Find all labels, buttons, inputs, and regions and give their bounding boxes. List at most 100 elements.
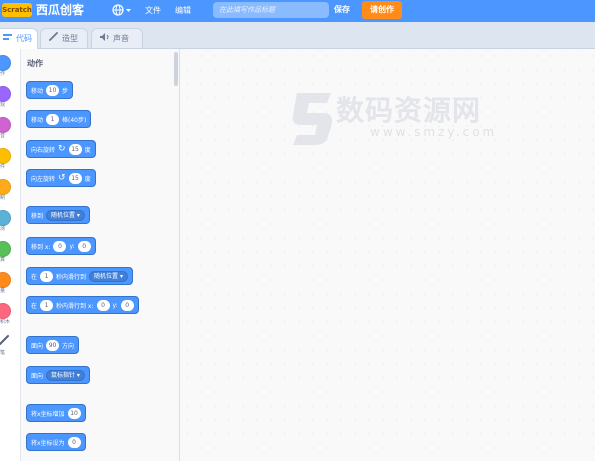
block-text: 移到 bbox=[31, 212, 44, 220]
tab-costumes[interactable]: 造型 bbox=[40, 28, 88, 48]
motion-block[interactable]: 向右旋转 ↻ 15 度 bbox=[26, 140, 96, 158]
block-text: y: bbox=[112, 301, 118, 309]
motion-block[interactable]: 在 1 秒内滑行到 x: 0 y: 0 bbox=[26, 296, 139, 314]
tab-sounds[interactable]: 声音 bbox=[91, 28, 143, 48]
code-icon bbox=[3, 29, 13, 49]
block-number-input[interactable]: 15 bbox=[68, 143, 82, 155]
category-motion[interactable]: 作 bbox=[0, 51, 20, 79]
motion-block[interactable]: 移到 x: 0 y: 0 bbox=[26, 237, 96, 255]
save-button[interactable]: 保存 bbox=[334, 4, 350, 16]
motion-block[interactable]: 移动 10 步 bbox=[26, 81, 74, 99]
block-number-input[interactable]: 10 bbox=[67, 407, 81, 419]
block-text: y: bbox=[69, 242, 75, 250]
category-label: 笔 bbox=[0, 350, 6, 356]
scratch-logo[interactable]: Scratch bbox=[2, 3, 32, 17]
block-text: 向左旋转 bbox=[31, 175, 56, 183]
palette-scrollbar[interactable] bbox=[174, 52, 178, 86]
block-text: 在 bbox=[31, 273, 38, 281]
brand-name: 西瓜创客 bbox=[36, 3, 85, 17]
block-dropdown[interactable]: 随机位置 ▾ bbox=[89, 270, 128, 282]
category-label: 积木 bbox=[0, 319, 11, 325]
block-text: 将x坐标设为 bbox=[31, 439, 65, 447]
category-operators[interactable]: 算 bbox=[0, 237, 20, 265]
block-number-input[interactable]: 15 bbox=[68, 172, 82, 184]
pen-icon bbox=[0, 335, 9, 345]
motion-block[interactable]: 将x坐标设为 0 bbox=[26, 433, 86, 451]
block-text: 将x坐标增加 bbox=[31, 410, 65, 418]
block-number-input[interactable]: 10 bbox=[46, 84, 60, 96]
watermark-url: www.smzy.com bbox=[370, 125, 498, 139]
block-number-input[interactable]: 0 bbox=[120, 299, 134, 311]
block-number-input[interactable]: 1 bbox=[40, 270, 54, 282]
speaker-icon bbox=[100, 29, 110, 49]
block-number-input[interactable]: 0 bbox=[53, 240, 67, 252]
block-number-input[interactable]: 90 bbox=[46, 339, 60, 351]
category-label: 制 bbox=[0, 195, 6, 201]
category-dot bbox=[0, 179, 11, 195]
block-text: 移到 x: bbox=[31, 243, 51, 251]
category-events[interactable]: 件 bbox=[0, 144, 20, 172]
block-text: 在 bbox=[31, 302, 38, 310]
category-sound[interactable]: 音 bbox=[0, 113, 20, 141]
file-menu[interactable]: 文件 bbox=[145, 5, 161, 17]
motion-block[interactable]: 面向 90 方向 bbox=[26, 336, 80, 354]
category-dot bbox=[0, 148, 11, 164]
category-my-blocks[interactable]: 积木 bbox=[0, 299, 20, 327]
category-control[interactable]: 制 bbox=[0, 175, 20, 203]
category-pen[interactable]: 笔 bbox=[0, 330, 20, 358]
block-text: 度 bbox=[84, 146, 91, 154]
tab-code[interactable]: 代码 bbox=[0, 28, 38, 49]
block-number-input[interactable]: 1 bbox=[46, 113, 60, 125]
block-text: 面向 bbox=[31, 342, 44, 350]
project-title-input[interactable] bbox=[213, 2, 329, 18]
tab-code-label: 代码 bbox=[16, 34, 32, 43]
category-variables[interactable]: 量 bbox=[0, 268, 20, 296]
category-label: 量 bbox=[0, 288, 6, 294]
brush-icon bbox=[49, 29, 59, 49]
language-menu[interactable] bbox=[112, 4, 132, 16]
menu-bar: Scratch 西瓜创客 文件 编辑 保存 请创作 bbox=[0, 0, 595, 22]
tab-costumes-label: 造型 bbox=[62, 34, 78, 43]
block-text: 秒内滑行到 bbox=[56, 273, 87, 281]
category-dot bbox=[0, 117, 11, 133]
code-area[interactable]: 数码资源网 www.smzy.com bbox=[180, 49, 595, 461]
motion-block[interactable]: 向左旋转 ↺ 15 度 bbox=[26, 169, 96, 187]
block-text: 度 bbox=[84, 175, 91, 183]
rotate-icon: ↻ bbox=[58, 143, 66, 154]
block-dropdown[interactable]: 鼠标指针 ▾ bbox=[46, 369, 85, 381]
category-label: 件 bbox=[0, 164, 6, 170]
block-number-input[interactable]: 1 bbox=[40, 299, 54, 311]
category-menu: 作 观 音 件 制 测 算 量 积木 笔 bbox=[0, 49, 21, 461]
block-text: 步 bbox=[62, 87, 69, 95]
category-dot bbox=[0, 272, 11, 288]
motion-block[interactable]: 移动 1 格(40步) bbox=[26, 110, 92, 128]
edit-menu[interactable]: 编辑 bbox=[175, 5, 191, 17]
section-title-motion: 动作 bbox=[27, 59, 43, 68]
motion-block[interactable]: 将x坐标增加 10 bbox=[26, 404, 86, 422]
category-dot bbox=[0, 55, 11, 71]
globe-icon bbox=[112, 4, 131, 16]
block-text: 格(40步) bbox=[62, 116, 87, 124]
category-dot bbox=[0, 303, 11, 319]
category-dot bbox=[0, 86, 11, 102]
motion-block[interactable]: 面向 鼠标指针 ▾ bbox=[26, 366, 90, 384]
motion-block[interactable]: 在 1 秒内滑行到 随机位置 ▾ bbox=[26, 267, 133, 285]
category-label: 算 bbox=[0, 257, 6, 263]
rotate-icon: ↺ bbox=[58, 172, 66, 183]
block-text: 秒内滑行到 x: bbox=[56, 302, 94, 310]
category-label: 测 bbox=[0, 226, 6, 232]
category-label: 观 bbox=[0, 102, 6, 108]
block-text: 移动 bbox=[31, 87, 44, 95]
block-text: 向右旋转 bbox=[31, 146, 56, 154]
watermark-logo bbox=[292, 93, 332, 145]
category-dot bbox=[0, 241, 11, 257]
block-text: 方向 bbox=[62, 342, 75, 350]
category-sensing[interactable]: 测 bbox=[0, 206, 20, 234]
block-number-input[interactable]: 0 bbox=[96, 299, 110, 311]
block-dropdown[interactable]: 随机位置 ▾ bbox=[46, 209, 85, 221]
block-number-input[interactable]: 0 bbox=[67, 436, 81, 448]
block-number-input[interactable]: 0 bbox=[77, 240, 91, 252]
category-looks[interactable]: 观 bbox=[0, 82, 20, 110]
motion-block[interactable]: 移到 随机位置 ▾ bbox=[26, 206, 90, 224]
create-button[interactable]: 请创作 bbox=[362, 1, 402, 19]
